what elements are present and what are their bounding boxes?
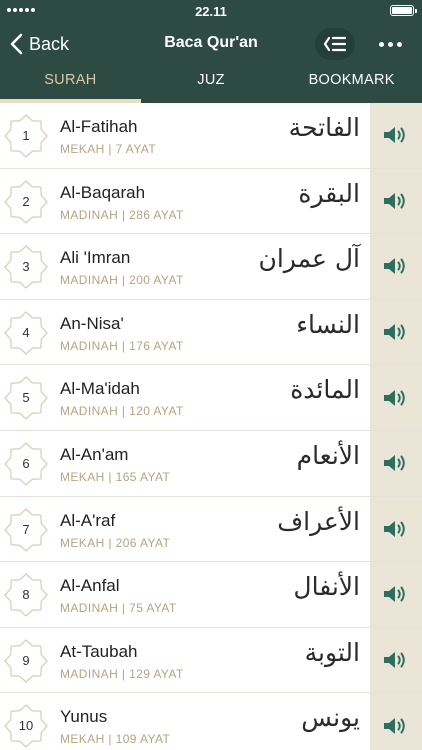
surah-arabic-name: الأنفال	[293, 572, 360, 602]
surah-arabic-name: الفاتحة	[288, 113, 360, 142]
surah-arabic-name: آل عمران	[258, 244, 360, 274]
nav-bar: Back Baca Qur'an	[0, 24, 422, 64]
tab-surah[interactable]: SURAH	[0, 64, 141, 103]
surah-info: MADINAH | 200 AYAT	[60, 273, 184, 288]
surah-row[interactable]: 8 Al-Anfal MADINAH | 75 AYAT الأنفال	[0, 562, 422, 628]
play-audio-button[interactable]	[370, 627, 422, 693]
speaker-icon	[384, 324, 405, 341]
speaker-icon	[384, 127, 405, 144]
surah-info: MADINAH | 176 AYAT	[60, 338, 184, 353]
surah-info: MADINAH | 129 AYAT	[60, 666, 184, 681]
surah-row[interactable]: 6 Al-An'am MEKAH | 165 AYAT الأنعام	[0, 430, 422, 497]
back-button[interactable]: Back	[10, 29, 69, 59]
surah-row[interactable]: 2 Al-Baqarah MADINAH | 286 AYAT البقرة	[0, 168, 422, 235]
status-time: 22.11	[195, 4, 227, 19]
surah-name: Al-An'am	[60, 444, 129, 464]
surah-number: 5	[22, 390, 30, 406]
surah-row[interactable]: 9 At-Taubah MADINAH | 129 AYAT التوبة	[0, 627, 422, 694]
surah-number-badge: 6	[4, 442, 48, 486]
surah-row[interactable]: 10 Yunus MEKAH | 109 AYAT يونس	[0, 693, 422, 750]
list-view-button[interactable]	[315, 28, 355, 60]
play-audio-button[interactable]	[370, 234, 422, 299]
more-options-button[interactable]	[372, 28, 408, 60]
play-audio-button[interactable]	[370, 299, 422, 365]
surah-number: 1	[22, 128, 30, 143]
tab-bar: SURAH JUZ BOOKMARK	[0, 64, 422, 103]
surah-info: MADINAH | 286 AYAT	[60, 207, 184, 222]
surah-number-badge: 1	[4, 114, 48, 158]
surah-row[interactable]: 4 An-Nisa' MADINAH | 176 AYAT النساء	[0, 299, 422, 366]
surah-arabic-name: النساء	[296, 309, 360, 339]
surah-number: 3	[22, 259, 30, 275]
surah-number: 2	[22, 193, 30, 209]
surah-number-badge: 4	[4, 310, 48, 355]
surah-name: Yunus	[60, 707, 108, 727]
surah-info: MEKAH | 206 AYAT	[60, 535, 171, 550]
play-audio-button[interactable]	[370, 103, 422, 168]
surah-number-badge: 7	[4, 507, 48, 552]
surah-name: An-Nisa'	[60, 313, 124, 333]
surah-name: Al-Fatihah	[60, 117, 138, 136]
surah-number: 8	[22, 587, 30, 603]
surah-info: MEKAH | 165 AYAT	[60, 469, 171, 484]
surah-number: 10	[18, 718, 34, 734]
surah-arabic-name: البقرة	[298, 178, 360, 208]
surah-number-badge: 8	[4, 573, 48, 617]
surah-row[interactable]: 5 Al-Ma'idah MADINAH | 120 AYAT المائدة	[0, 365, 422, 431]
surah-name: At-Taubah	[60, 641, 138, 661]
play-audio-button[interactable]	[370, 430, 422, 496]
surah-row[interactable]: 7 Al-A'raf MEKAH | 206 AYAT الأعراف	[0, 496, 422, 563]
surah-number: 4	[22, 324, 30, 340]
status-bar: 22.11	[0, 0, 422, 22]
surah-arabic-name: المائدة	[290, 375, 360, 405]
surah-name: Al-Anfal	[60, 576, 120, 596]
surah-name: Al-Baqarah	[60, 182, 146, 202]
surah-row[interactable]: 1 Al-Fatihah MEKAH | 7 AYAT الفاتحة	[0, 103, 422, 169]
play-audio-button[interactable]	[370, 168, 422, 234]
app-header: 22.11 Back Baca Qur'an SURAH JUZ BOOKMAR…	[0, 0, 422, 103]
back-label: Back	[29, 33, 70, 54]
surah-name: Al-Ma'idah	[60, 379, 140, 399]
play-audio-button[interactable]	[370, 365, 422, 430]
surah-name: Ali 'Imran	[60, 248, 131, 268]
tab-bookmark[interactable]: BOOKMARK	[281, 64, 422, 103]
play-audio-button[interactable]	[370, 562, 422, 627]
play-audio-button[interactable]	[370, 693, 422, 750]
chevron-left-icon	[10, 33, 23, 55]
surah-number-badge: 10	[4, 704, 48, 749]
surah-arabic-name: الأعراف	[277, 506, 360, 536]
surah-number: 9	[22, 652, 30, 668]
surah-info: MEKAH | 109 AYAT	[60, 732, 171, 747]
speaker-icon	[384, 717, 405, 734]
surah-name: Al-A'raf	[60, 510, 116, 530]
surah-arabic-name: الأنعام	[296, 440, 360, 470]
more-dots-icon	[378, 41, 384, 47]
list-icon	[323, 36, 347, 52]
battery-icon	[390, 5, 417, 16]
speaker-icon	[384, 192, 405, 209]
surah-arabic-name: التوبة	[304, 637, 360, 667]
surah-row[interactable]: 3 Ali 'Imran MADINAH | 200 AYAT آل عمران	[0, 234, 422, 300]
speaker-icon	[384, 520, 405, 537]
speaker-icon	[384, 258, 405, 275]
speaker-icon	[384, 586, 405, 603]
surah-number: 6	[22, 455, 30, 471]
tab-juz[interactable]: JUZ	[141, 64, 282, 103]
surah-number-badge: 3	[4, 245, 48, 289]
speaker-icon	[384, 455, 405, 472]
speaker-icon	[384, 389, 405, 406]
surah-list: 1 Al-Fatihah MEKAH | 7 AYAT الفاتحة 2 Al-Baqa…	[0, 103, 422, 750]
surah-number: 7	[22, 521, 30, 537]
surah-number-badge: 5	[4, 376, 48, 421]
surah-info: MEKAH | 7 AYAT	[60, 142, 157, 156]
surah-number-badge: 9	[4, 638, 48, 683]
surah-info: MADINAH | 120 AYAT	[60, 404, 184, 419]
play-audio-button[interactable]	[370, 496, 422, 562]
surah-info: MADINAH | 75 AYAT	[60, 601, 177, 616]
surah-arabic-name: يونس	[301, 703, 360, 733]
surah-number-badge: 2	[4, 179, 48, 224]
speaker-icon	[384, 652, 405, 669]
